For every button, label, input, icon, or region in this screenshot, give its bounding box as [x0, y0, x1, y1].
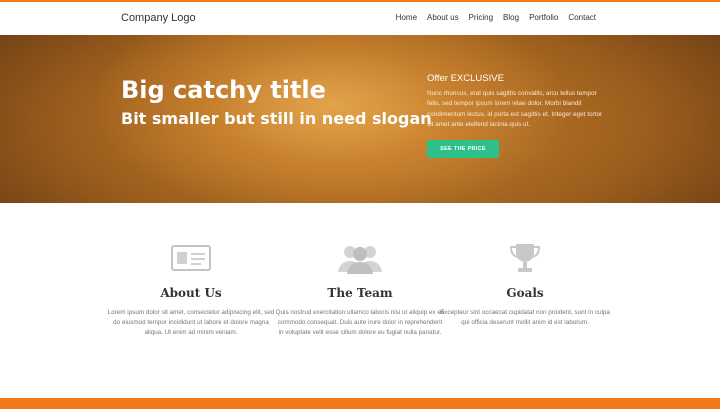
company-logo[interactable]: Company Logo [121, 12, 196, 24]
feature-goals: Goals Excepteur sint occaecat cupidatat … [440, 240, 610, 328]
offer-title: Offer EXCLUSIVE [427, 73, 504, 84]
nav-home[interactable]: Home [396, 13, 417, 22]
offer-text: Nunc rhoncus, erat quis sagittis convall… [427, 90, 603, 129]
feature-text: Lorem ipsum dolor sit amet, consectetur … [107, 309, 275, 337]
feature-text: Excepteur sint occaecat cupidatat non pr… [440, 309, 610, 327]
footer-accent-bar [0, 398, 720, 409]
feature-title: The Team [327, 286, 393, 300]
id-card-icon [106, 240, 276, 276]
team-icon [275, 240, 445, 276]
main-nav: Home About us Pricing Blog Portfolio Con… [396, 13, 596, 22]
nav-about-us[interactable]: About us [427, 13, 459, 22]
nav-blog[interactable]: Blog [503, 13, 519, 22]
hero-subtitle: Bit smaller but still in need slogan [121, 109, 432, 128]
nav-portfolio[interactable]: Portfolio [529, 13, 558, 22]
see-price-button[interactable]: SEE THE PRICE [427, 140, 499, 158]
feature-about-us: About Us Lorem ipsum dolor sit amet, con… [106, 240, 276, 339]
nav-pricing[interactable]: Pricing [469, 13, 493, 22]
feature-text: Quis nostrud exercitation ullamco labori… [275, 309, 445, 337]
feature-the-team: The Team Quis nostrud exercitation ullam… [275, 240, 445, 339]
trophy-icon [440, 240, 610, 276]
feature-title: Goals [506, 286, 544, 300]
site-header: Company Logo Home About us Pricing Blog … [0, 2, 720, 35]
nav-contact[interactable]: Contact [568, 13, 596, 22]
hero-title: Big catchy title [121, 76, 326, 104]
hero-banner: Big catchy title Bit smaller but still i… [0, 35, 720, 203]
feature-title: About Us [160, 286, 222, 300]
